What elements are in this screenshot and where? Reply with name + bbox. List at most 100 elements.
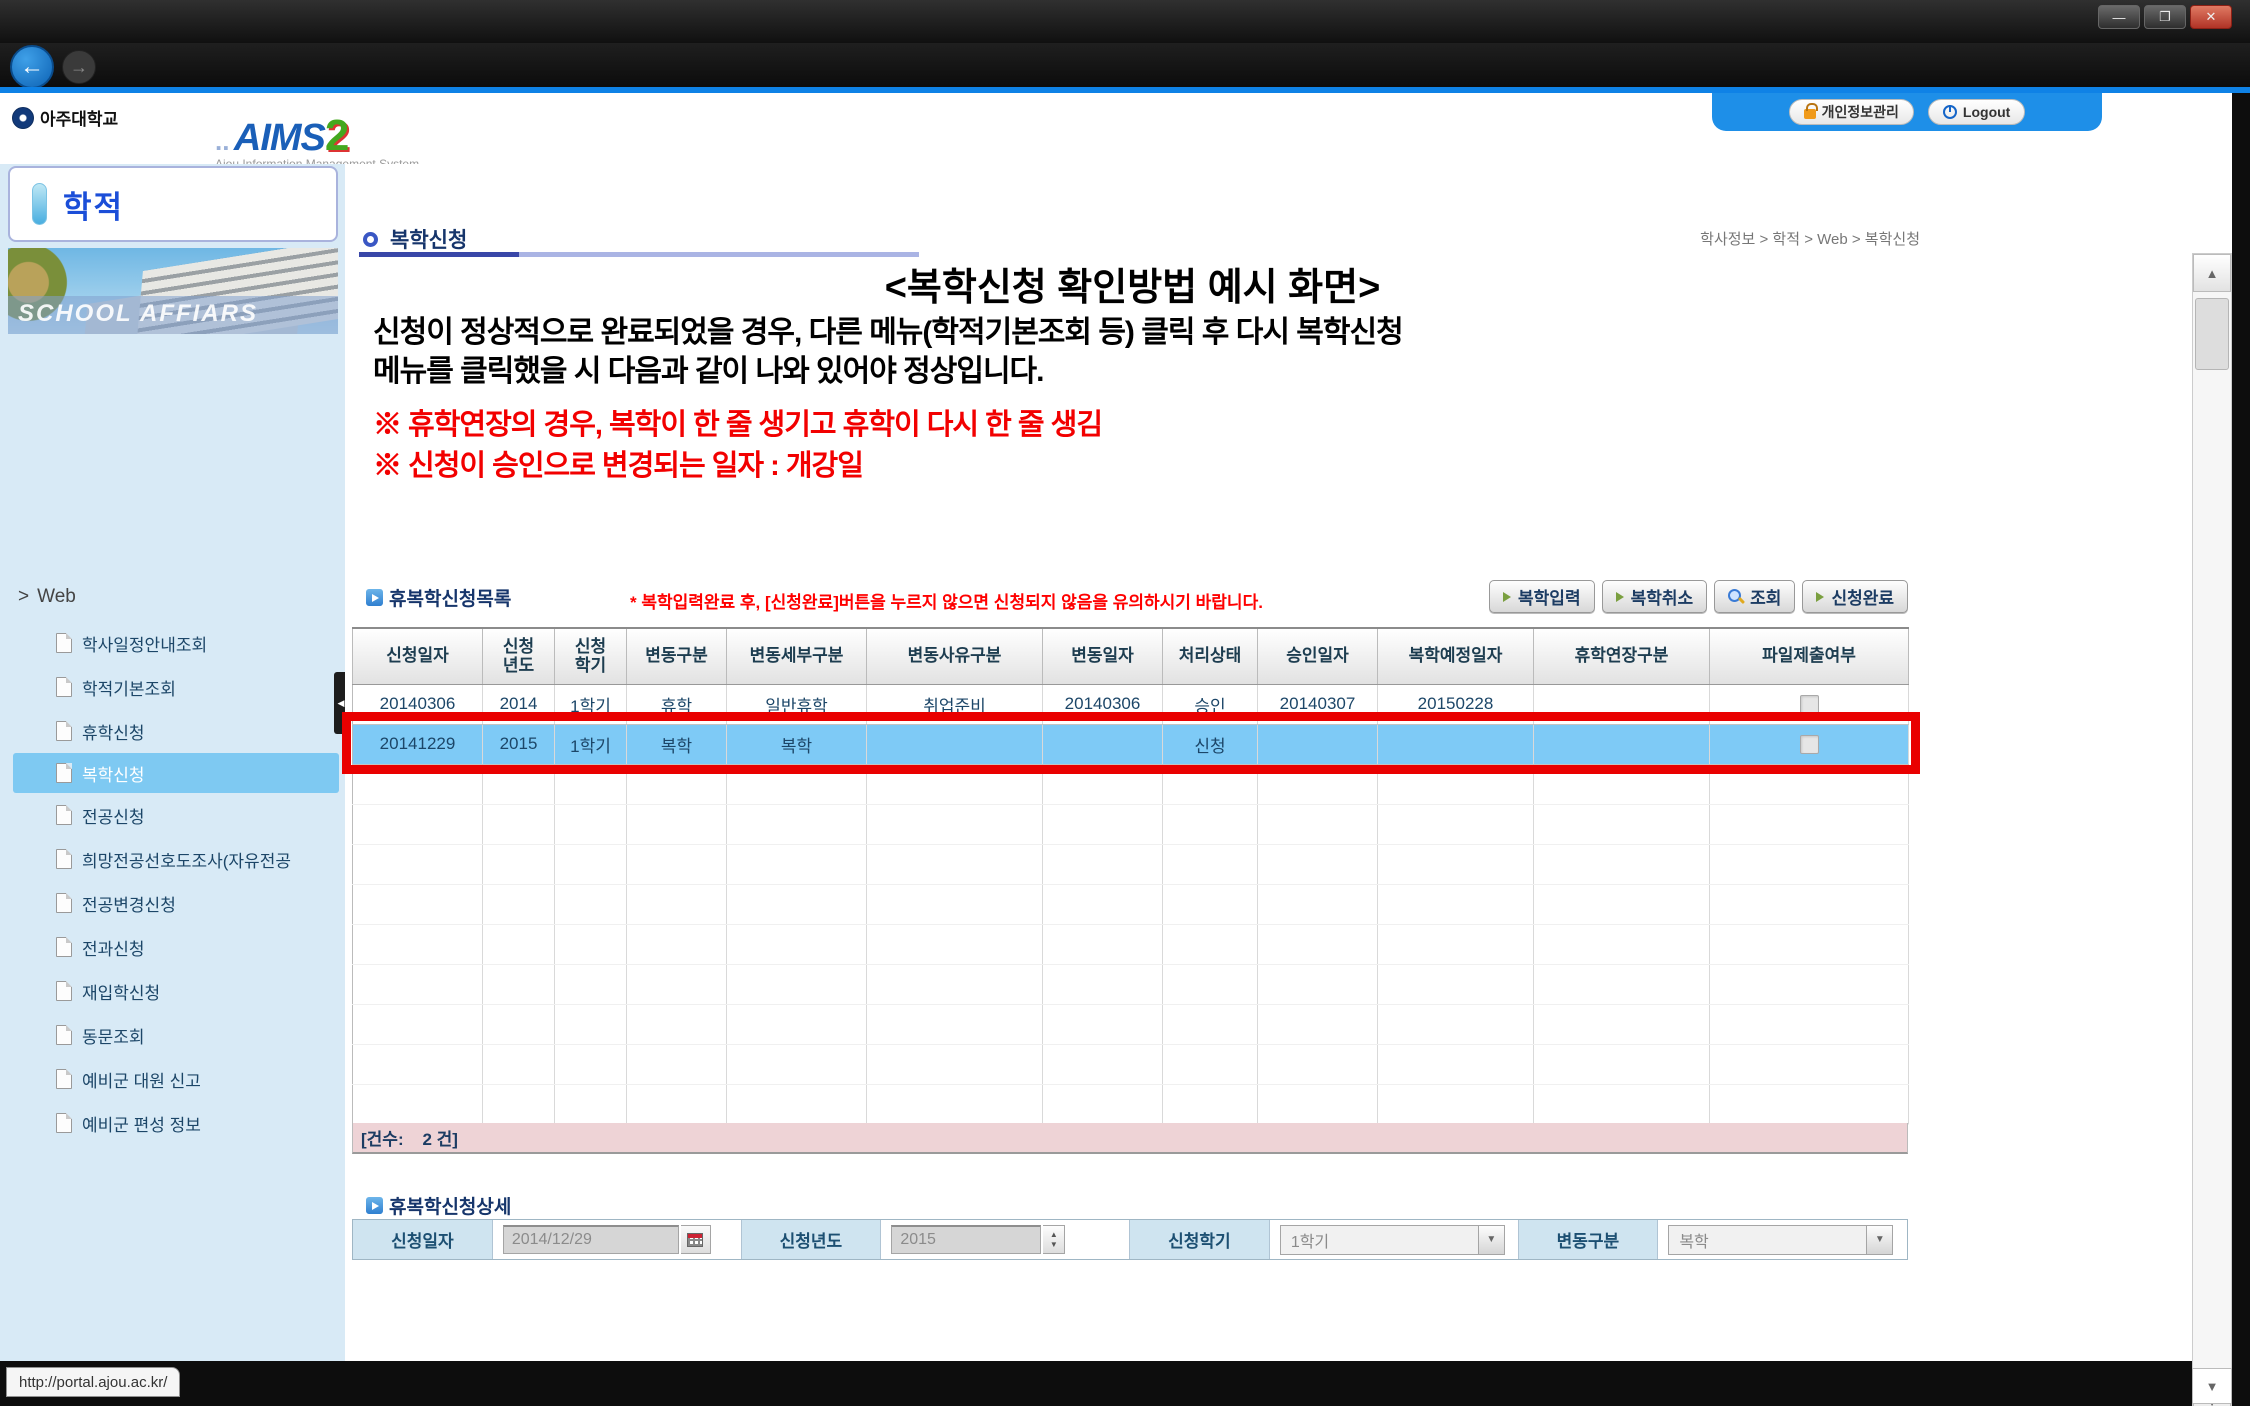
empty-cell xyxy=(1258,764,1378,804)
toolbar-button-1[interactable]: 복학취소 xyxy=(1602,580,1708,613)
file-checkbox[interactable] xyxy=(1800,695,1819,714)
empty-cell xyxy=(555,1084,627,1124)
empty-cell xyxy=(1534,964,1710,1004)
empty-cell xyxy=(867,764,1043,804)
forward-button[interactable]: → xyxy=(62,50,96,84)
sidebar-item-7[interactable]: 전과신청 xyxy=(0,925,345,969)
empty-row xyxy=(353,1004,1909,1044)
vertical-scrollbar[interactable]: ▲ ▼ xyxy=(2192,253,2232,1406)
empty-cell xyxy=(1710,924,1909,964)
logout-button[interactable]: Logout xyxy=(1928,99,2025,125)
empty-cell xyxy=(353,1004,483,1044)
empty-cell xyxy=(727,884,867,924)
file-checkbox[interactable] xyxy=(1800,735,1819,754)
detail-label-2: 신청학기 xyxy=(1130,1220,1270,1259)
close-button[interactable]: ✕ xyxy=(2190,5,2232,29)
spinner-control[interactable]: ▲▼ xyxy=(1043,1225,1065,1254)
sidebar-item-label: 전공신청 xyxy=(82,803,145,828)
sidebar-item-label: 동문조회 xyxy=(82,1023,145,1048)
year-input[interactable]: 2015 xyxy=(891,1225,1041,1254)
table-row-highlighted[interactable]: 2014122920151학기복학복학신청 xyxy=(353,724,1909,764)
empty-cell xyxy=(1378,764,1534,804)
empty-cell xyxy=(1163,1084,1258,1124)
column-header-6: 변동일자 xyxy=(1043,628,1163,684)
empty-cell xyxy=(727,1084,867,1124)
scroll-up-icon[interactable]: ▲ xyxy=(2193,254,2231,292)
empty-cell xyxy=(727,844,867,884)
breadcrumb: 학사정보 > 학적 > Web > 복학신청 xyxy=(1700,228,1920,249)
cell xyxy=(1534,724,1710,764)
empty-cell xyxy=(1710,1084,1909,1124)
privacy-button[interactable]: 개인정보관리 xyxy=(1789,99,1914,125)
document-icon xyxy=(56,1069,72,1089)
cell: 1학기 xyxy=(555,684,627,724)
sidebar-item-0[interactable]: 학사일정안내조회 xyxy=(0,621,345,665)
document-icon xyxy=(56,763,72,783)
cell: 20140307 xyxy=(1258,684,1378,724)
toolbar-button-0[interactable]: 복학입력 xyxy=(1489,580,1595,613)
detail-label-3: 변동구분 xyxy=(1519,1220,1659,1259)
empty-cell xyxy=(1534,1044,1710,1084)
calendar-button[interactable] xyxy=(681,1225,711,1254)
scroll-thumb[interactable] xyxy=(2195,298,2229,370)
toolbar-button-3[interactable]: 신청완료 xyxy=(1802,580,1908,613)
sidebar-group-web[interactable]: > Web xyxy=(18,586,76,608)
sidebar-item-11[interactable]: 예비군 편성 정보 xyxy=(0,1101,345,1145)
sidebar-item-5[interactable]: 희망전공선호도조사(자유전공 xyxy=(0,837,345,881)
date-input[interactable]: 2014/12/29 xyxy=(503,1225,679,1254)
empty-cell xyxy=(1534,884,1710,924)
column-header-0: 신청일자 xyxy=(353,628,483,684)
aims2-logo[interactable]: .. AIMS2 Ajou Information Management Sys… xyxy=(215,111,419,171)
toolbar-button-2[interactable]: 조회 xyxy=(1714,580,1795,613)
cell: 휴학 xyxy=(627,684,727,724)
sidebar-item-10[interactable]: 예비군 대원 신고 xyxy=(0,1057,345,1101)
sidebar-item-8[interactable]: 재입학신청 xyxy=(0,969,345,1013)
table-row[interactable]: 2014030620141학기휴학일반휴학취업준비20140306승인20140… xyxy=(353,684,1909,724)
empty-cell xyxy=(1163,964,1258,1004)
cell: 취업준비 xyxy=(867,684,1043,724)
sidebar-item-label: 예비군 편성 정보 xyxy=(82,1111,201,1136)
column-header-7: 처리상태 xyxy=(1163,628,1258,684)
empty-cell xyxy=(1043,1004,1163,1044)
empty-cell xyxy=(483,1044,555,1084)
minimize-button[interactable]: — xyxy=(2098,5,2140,29)
select-3[interactable]: 복학▼ xyxy=(1668,1225,1893,1255)
title-circle-icon xyxy=(363,232,378,247)
empty-cell xyxy=(1534,1084,1710,1124)
cell: 2014 xyxy=(483,684,555,724)
sidebar-item-6[interactable]: 전공변경신청 xyxy=(0,881,345,925)
back-button[interactable]: ← xyxy=(10,45,54,89)
cell xyxy=(1534,684,1710,724)
empty-cell xyxy=(353,1084,483,1124)
sidebar-item-3[interactable]: 복학신청 xyxy=(13,753,339,793)
empty-cell xyxy=(555,924,627,964)
sidebar-item-9[interactable]: 동문조회 xyxy=(0,1013,345,1057)
record-count: [건수: 2 건] xyxy=(352,1123,1908,1154)
empty-cell xyxy=(867,884,1043,924)
select-2[interactable]: 1학기▼ xyxy=(1280,1225,1505,1255)
back-icon: ← xyxy=(20,53,44,81)
detail-field-2: 1학기▼ xyxy=(1270,1220,1519,1259)
empty-cell xyxy=(867,924,1043,964)
scroll-down-corner-icon[interactable]: ▼ xyxy=(2192,1368,2232,1404)
sidebar-item-1[interactable]: 학적기본조회 xyxy=(0,665,345,709)
empty-cell xyxy=(1378,924,1534,964)
university-logo[interactable]: 아주대학교 xyxy=(12,105,118,130)
empty-cell xyxy=(353,964,483,1004)
toolbar-button-label: 신청완료 xyxy=(1831,584,1894,609)
empty-cell xyxy=(1258,964,1378,1004)
maximize-button[interactable]: ❐ xyxy=(2144,5,2186,29)
arrow-icon xyxy=(1816,592,1824,602)
empty-cell xyxy=(353,844,483,884)
sidebar-item-2[interactable]: 휴학신청 xyxy=(0,709,345,753)
empty-cell xyxy=(1258,804,1378,844)
chevron-down-icon: ▼ xyxy=(1866,1226,1892,1254)
document-icon xyxy=(56,1113,72,1133)
chevron-down-icon: ▼ xyxy=(1478,1226,1504,1254)
sidebar-item-4[interactable]: 전공신청 xyxy=(0,793,345,837)
application-list-table: 신청일자신청 년도신청 학기변동구분변동세부구분변동사유구분변동일자처리상태승인… xyxy=(352,627,1909,1125)
empty-cell xyxy=(555,884,627,924)
empty-cell xyxy=(1710,764,1909,804)
document-icon xyxy=(56,1025,72,1045)
power-icon xyxy=(1943,105,1957,119)
